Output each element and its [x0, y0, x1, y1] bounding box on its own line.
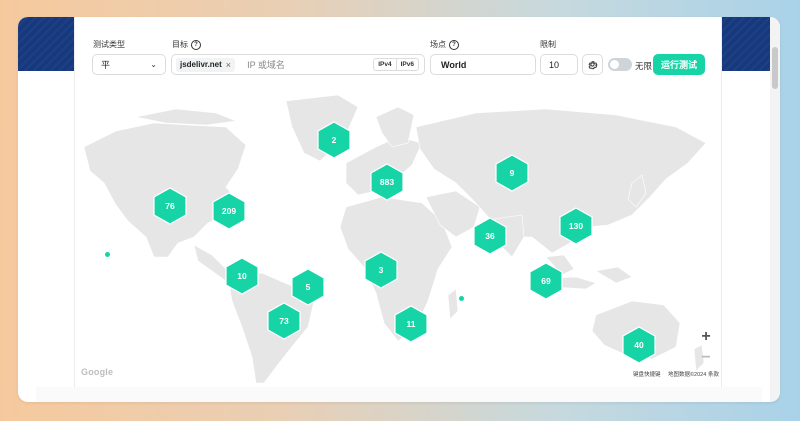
scroll-thumb[interactable] [772, 47, 778, 89]
map-cluster[interactable]: 5 [291, 268, 325, 306]
app-window: 测试类型 目标? 场点? 限制 平 ⌄ jsdelivr.net × IP 或域… [18, 17, 780, 402]
cluster-count: 11 [406, 319, 416, 329]
map-probe-dot[interactable] [105, 252, 110, 257]
cluster-count: 10 [237, 271, 247, 281]
location-value: World [441, 59, 467, 70]
world-map[interactable]: 2 883 9 76 209 36 130 3 10 5 69 73 11 40… [76, 87, 720, 387]
map-cluster[interactable]: 10 [225, 257, 259, 295]
gear-icon [588, 61, 598, 70]
zoom-out-button[interactable]: − [697, 349, 715, 367]
limit-value: 10 [549, 59, 560, 70]
target-label-text: 目标 [172, 40, 188, 49]
limit-label: 限制 [540, 39, 556, 50]
ipv4-option[interactable]: IPv4 [374, 59, 395, 70]
test-type-value: 平 [101, 60, 111, 70]
location-label: 场点? [430, 39, 459, 50]
map-cluster[interactable]: 209 [212, 192, 246, 230]
google-logo: Google [81, 367, 114, 377]
keyboard-shortcuts-link[interactable]: 键盘快捷键 [633, 370, 661, 378]
map-cluster[interactable]: 883 [370, 163, 404, 201]
map-cluster[interactable]: 73 [267, 302, 301, 340]
cluster-count: 130 [568, 221, 584, 231]
cluster-count: 2 [331, 135, 337, 145]
unlimited-label: 无限 [635, 61, 653, 71]
content-below-map [36, 387, 762, 402]
map-cluster[interactable]: 40 [622, 326, 656, 364]
map-cluster[interactable]: 36 [473, 217, 507, 255]
cluster-count: 36 [485, 231, 495, 241]
cluster-count: 73 [279, 316, 289, 326]
run-test-button[interactable]: 运行测试 [653, 54, 705, 75]
map-cluster[interactable]: 2 [317, 121, 351, 159]
target-label: 目标? [172, 39, 201, 50]
ipv6-option[interactable]: IPv6 [395, 59, 418, 70]
unlimited-toggle[interactable] [608, 58, 632, 71]
cluster-count: 76 [165, 201, 175, 211]
terms-link[interactable]: 条款 [708, 370, 719, 378]
map-cluster[interactable]: 130 [559, 207, 593, 245]
map-data-attribution: 地图数据©2024 [668, 372, 707, 378]
header-band-left [18, 17, 74, 71]
map-cluster[interactable]: 9 [495, 154, 529, 192]
map-probe-dot[interactable] [459, 296, 464, 301]
close-icon[interactable]: × [226, 60, 231, 70]
cluster-count: 69 [541, 276, 551, 286]
scrollbar[interactable] [770, 17, 780, 402]
location-label-text: 场点 [430, 40, 446, 49]
cluster-count: 883 [379, 177, 395, 187]
zoom-in-button[interactable]: + [697, 328, 715, 346]
cluster-count: 3 [378, 265, 384, 275]
cluster-count: 5 [305, 282, 311, 292]
header-band-right [718, 17, 770, 71]
cluster-count: 9 [509, 168, 515, 178]
test-type-select[interactable]: 平 ⌄ [92, 54, 166, 75]
chevron-down-icon: ⌄ [150, 60, 157, 69]
cluster-count: 209 [221, 206, 237, 216]
ip-version-toggle: IPv4 IPv6 [373, 58, 419, 71]
test-type-label-text: 测试类型 [93, 40, 125, 49]
map-cluster[interactable]: 76 [153, 187, 187, 225]
test-type-label: 测试类型 [93, 39, 125, 50]
target-input[interactable]: jsdelivr.net × IP 或域名 IPv4 IPv6 [171, 54, 425, 75]
target-tag-text: jsdelivr.net [180, 60, 222, 69]
help-icon[interactable]: ? [449, 39, 459, 50]
limit-label-text: 限制 [540, 40, 556, 49]
settings-button[interactable] [582, 54, 603, 75]
map-cluster[interactable]: 3 [364, 251, 398, 289]
location-input[interactable]: World [430, 54, 536, 75]
limit-input[interactable]: 10 [540, 54, 578, 75]
map-cluster[interactable]: 11 [394, 305, 428, 343]
target-placeholder: IP 或域名 [247, 60, 285, 70]
target-tag: jsdelivr.net × [176, 57, 236, 72]
map-cluster[interactable]: 69 [529, 262, 563, 300]
cluster-count: 40 [634, 340, 644, 350]
test-panel: 测试类型 目标? 场点? 限制 平 ⌄ jsdelivr.net × IP 或域… [74, 17, 722, 402]
help-icon[interactable]: ? [191, 39, 201, 50]
